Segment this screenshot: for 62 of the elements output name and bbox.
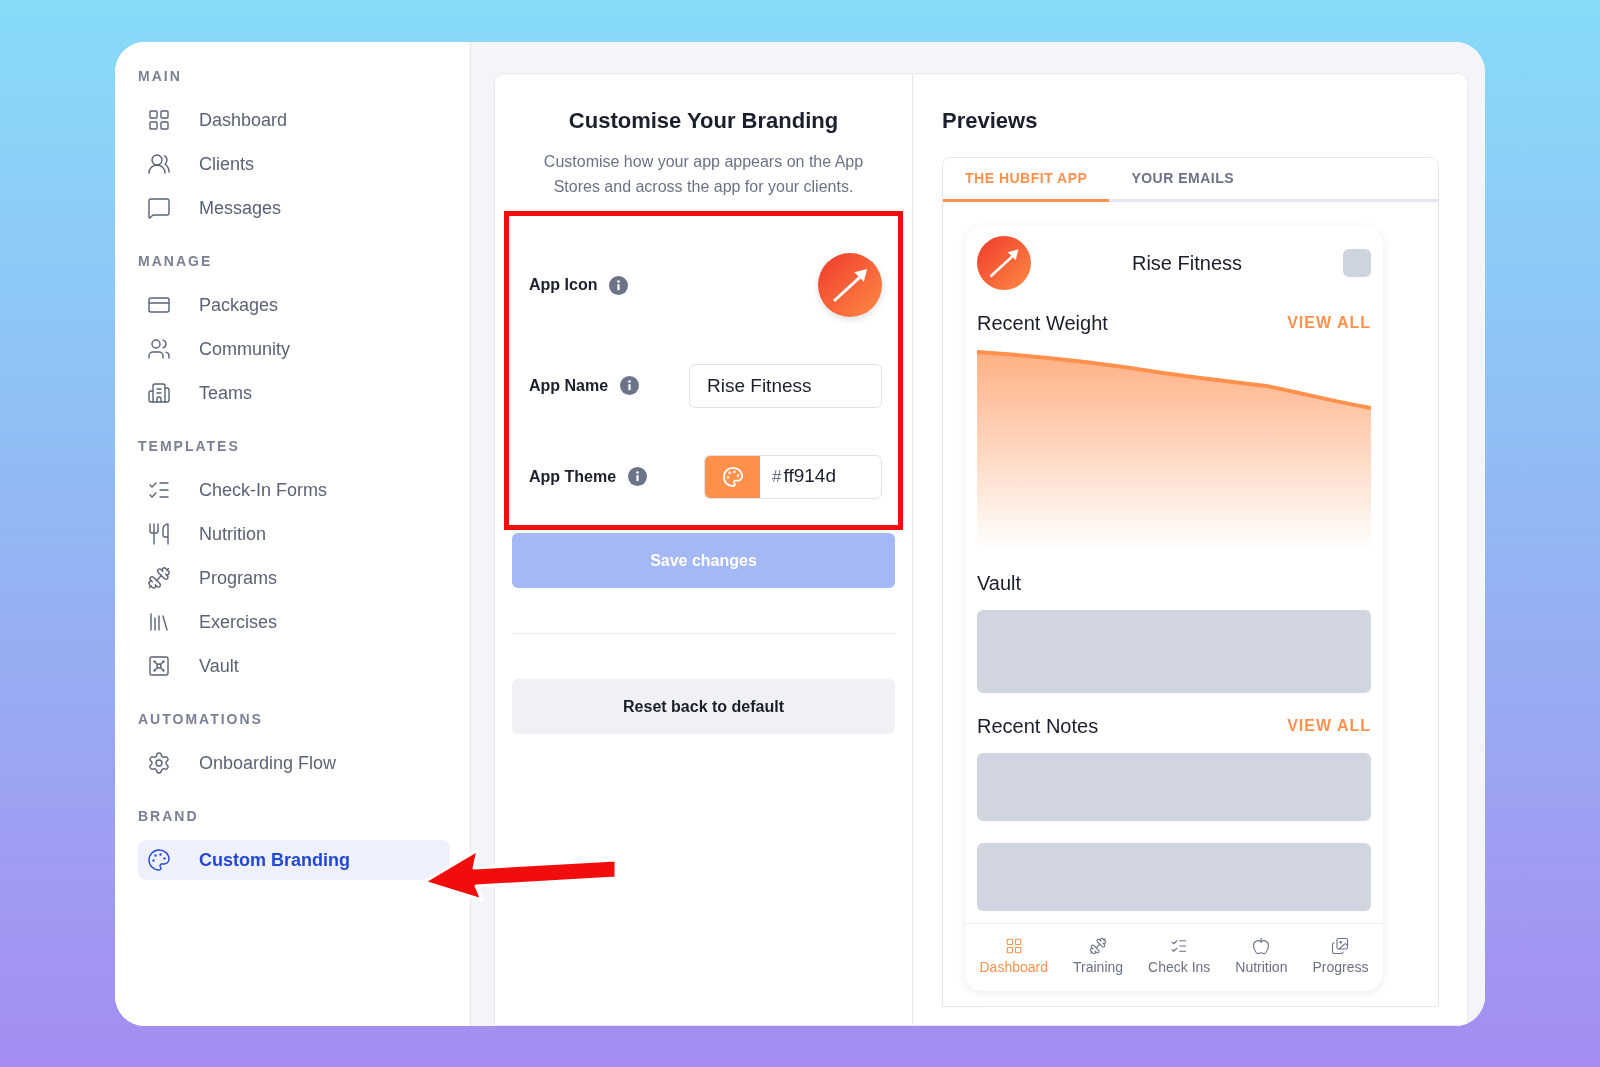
previews-title: Previews (942, 107, 1039, 135)
sidebar-item[interactable]: Teams (138, 373, 450, 413)
grid-icon (147, 108, 171, 132)
sidebar-item[interactable]: Vault (138, 646, 450, 686)
info-icon[interactable] (628, 467, 648, 486)
section-heading: TEMPLATES (138, 436, 241, 456)
nav-tab[interactable]: Progress (1312, 937, 1369, 978)
nav-tab[interactable]: Training (1073, 937, 1124, 978)
images-icon (1331, 937, 1350, 955)
reset-button[interactable]: Reset back to default (512, 679, 895, 734)
info-icon[interactable] (609, 275, 629, 295)
field-label: App Theme (529, 466, 617, 487)
color-value: ff914d (783, 464, 836, 489)
info-icon[interactable] (620, 376, 640, 395)
sidebar-item[interactable]: Check-In Forms (138, 470, 450, 510)
grid-icon (1004, 937, 1023, 955)
sidebar-item[interactable]: Messages (138, 188, 450, 228)
avatar-placeholder (1343, 249, 1371, 277)
app-name-field[interactable]: Rise Fitness (689, 363, 882, 408)
group-icon (147, 337, 171, 361)
checklist-icon (1170, 937, 1189, 955)
dumbbell-icon (147, 566, 171, 590)
app-name: Rise Fitness (1132, 251, 1242, 276)
field-label: App Icon (529, 275, 598, 295)
safe-icon (147, 654, 171, 678)
hash-prefix: # (772, 465, 782, 488)
sidebar-item[interactable]: Onboarding Flow (138, 743, 450, 783)
preview-tab[interactable]: YOUR EMAILS (1109, 158, 1257, 202)
sidebar-item[interactable]: Dashboard (138, 100, 450, 140)
building-icon (147, 381, 171, 405)
field-label: App Name (529, 375, 609, 396)
sidebar-item[interactable]: Packages (138, 285, 450, 325)
app-logo-icon (818, 253, 882, 317)
sidebar-item[interactable]: Nutrition (138, 514, 450, 554)
section-title: Recent Weight (977, 311, 1108, 336)
books-icon (147, 610, 171, 634)
color-field[interactable]: #ff914d (704, 454, 882, 499)
utensils-icon (147, 522, 171, 546)
dumbbell-icon (1089, 937, 1108, 955)
sidebar-item[interactable]: Programs (138, 558, 450, 598)
color-swatch[interactable] (705, 455, 760, 498)
palette-icon (721, 465, 744, 488)
section-heading: MANAGE (138, 251, 214, 271)
panel-description: Customise how your app appears on the App Stores and across the app for your clients. (542, 152, 865, 197)
section-heading: AUTOMATIONS (138, 709, 264, 729)
section-title: Vault (977, 571, 1022, 596)
chat-icon (147, 196, 171, 220)
settings-icon (147, 751, 171, 775)
section-heading: MAIN (138, 66, 183, 86)
sidebar-item[interactable]: Custom Branding (138, 840, 450, 880)
sidebar-item[interactable]: Exercises (138, 602, 450, 642)
sidebar-item[interactable]: Community (138, 329, 450, 369)
nav-tab[interactable]: Nutrition (1235, 937, 1288, 978)
palette-icon (147, 848, 171, 872)
section-title: Recent Notes (977, 714, 1099, 739)
section-heading: BRAND (138, 806, 200, 826)
apple-icon (1252, 937, 1271, 955)
panel-title: Customise Your Branding (567, 107, 840, 135)
people-icon (147, 152, 171, 176)
nav-tab[interactable]: Check Ins (1148, 937, 1211, 978)
sidebar-item[interactable]: Clients (138, 144, 450, 184)
app-logo-icon (977, 236, 1031, 290)
